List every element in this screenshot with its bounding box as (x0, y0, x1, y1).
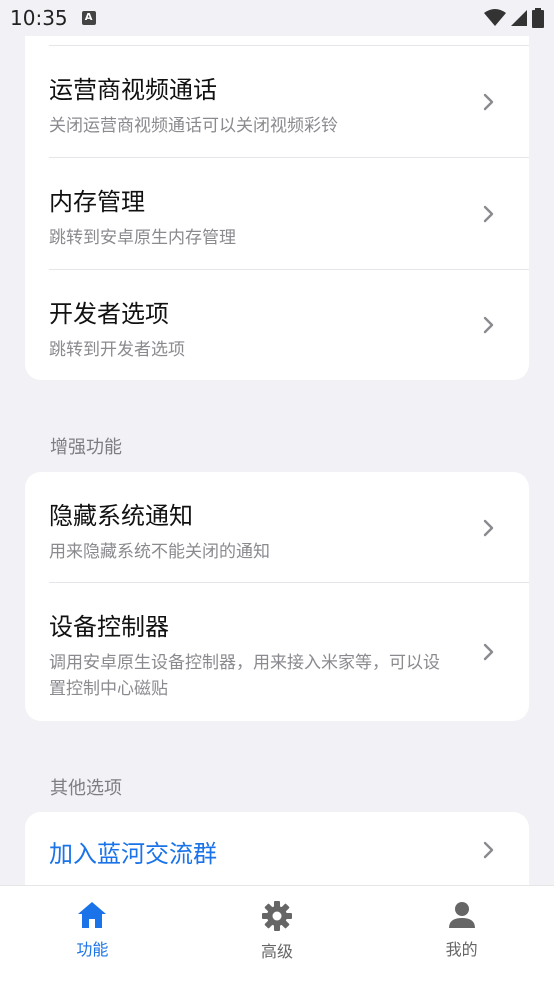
wifi-icon (484, 9, 506, 26)
other-options-card: 加入蓝河交流群 (25, 812, 529, 885)
settings-scroll-area[interactable]: 运营商视频通话 关闭运营商视频通话可以关闭视频彩铃 内存管理 跳转到安卓原生内存… (0, 36, 554, 885)
chevron-right-icon (483, 205, 494, 223)
item-subtitle: 用来隐藏系统不能关闭的通知 (49, 542, 270, 562)
item-subtitle: 关闭运营商视频通话可以关闭视频彩铃 (49, 116, 338, 136)
general-options-card: 运营商视频通话 关闭运营商视频通话可以关闭视频彩铃 内存管理 跳转到安卓原生内存… (25, 36, 529, 380)
device-controller-item[interactable]: 设备控制器 调用安卓原生设备控制器，用来接入米家等，可以设置控制中心磁贴 (25, 583, 529, 721)
nav-label: 高级 (261, 942, 294, 961)
nav-tab-features[interactable]: 功能 (0, 886, 185, 985)
nav-tab-me[interactable]: 我的 (369, 886, 554, 985)
item-title: 隐藏系统通知 (49, 502, 193, 530)
chevron-right-icon (483, 93, 494, 111)
status-bar: 10:35 A (0, 0, 554, 36)
item-title: 内存管理 (49, 188, 145, 216)
status-left: 10:35 A (10, 6, 96, 30)
developer-options-item[interactable]: 开发者选项 跳转到开发者选项 (25, 270, 529, 380)
carrier-video-call-item[interactable]: 运营商视频通话 关闭运营商视频通话可以关闭视频彩铃 (25, 46, 529, 158)
gear-icon (262, 901, 292, 931)
battery-icon (532, 8, 544, 28)
item-title: 开发者选项 (49, 300, 169, 328)
item-title: 运营商视频通话 (49, 76, 217, 104)
status-right (484, 8, 544, 28)
nav-label: 功能 (76, 940, 109, 959)
chevron-right-icon (483, 643, 494, 661)
notification-a-icon: A (81, 11, 96, 25)
chevron-right-icon (483, 841, 494, 859)
section-header-enhanced: 增强功能 (50, 437, 122, 458)
nav-tab-advanced[interactable]: 高级 (185, 886, 370, 985)
join-group-link[interactable]: 加入蓝河交流群 (49, 834, 489, 869)
item-title: 设备控制器 (49, 613, 169, 641)
item-subtitle: 跳转到开发者选项 (49, 340, 185, 360)
section-header-other: 其他选项 (50, 778, 122, 799)
memory-management-item[interactable]: 内存管理 跳转到安卓原生内存管理 (25, 158, 529, 270)
signal-icon (511, 10, 527, 26)
item-subtitle: 跳转到安卓原生内存管理 (49, 228, 236, 248)
status-time: 10:35 (10, 6, 68, 30)
bottom-navigation: 功能 高级 我的 (0, 885, 554, 985)
join-group-item[interactable]: 加入蓝河交流群 (25, 812, 529, 885)
chevron-right-icon (483, 316, 494, 334)
hide-system-notifications-item[interactable]: 隐藏系统通知 用来隐藏系统不能关闭的通知 (25, 472, 529, 583)
row-divider-top (25, 36, 529, 46)
nav-label: 我的 (445, 940, 478, 959)
chevron-right-icon (483, 519, 494, 536)
enhanced-features-card: 隐藏系统通知 用来隐藏系统不能关闭的通知 设备控制器 调用安卓原生设备控制器，用… (25, 472, 529, 721)
home-icon (78, 902, 107, 928)
item-subtitle: 调用安卓原生设备控制器，用来接入米家等，可以设置控制中心磁贴 (49, 653, 440, 699)
person-icon (448, 902, 475, 928)
